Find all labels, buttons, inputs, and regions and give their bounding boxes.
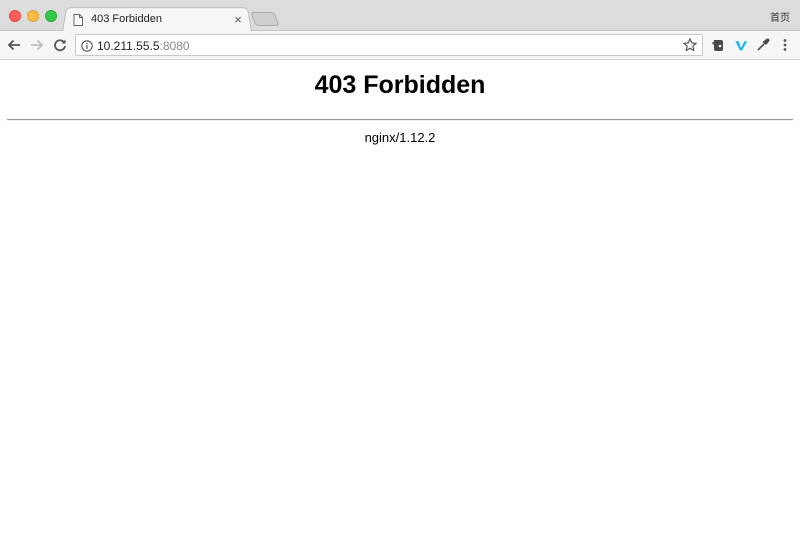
eyedropper-extension-button[interactable] <box>755 37 771 53</box>
evernote-extension-button[interactable] <box>710 37 726 53</box>
document-icon <box>73 13 83 26</box>
forward-button[interactable] <box>28 36 46 54</box>
browser-tab[interactable]: 403 Forbidden × <box>70 6 248 32</box>
window-minimize-button[interactable] <box>27 10 39 22</box>
back-button[interactable] <box>5 36 23 54</box>
star-icon[interactable] <box>682 37 698 53</box>
reload-icon <box>54 39 66 52</box>
new-tab-button[interactable] <box>250 12 280 26</box>
reload-button[interactable] <box>51 36 69 54</box>
horizontal-rule <box>7 119 793 121</box>
tab-title: 403 Forbidden <box>91 13 162 25</box>
menu-dots-icon <box>783 39 787 51</box>
tab-close-icon[interactable]: × <box>231 12 245 27</box>
vimeo-extension-button[interactable] <box>733 37 749 53</box>
evernote-icon <box>712 40 723 51</box>
url-port: :8080 <box>159 39 190 53</box>
page-viewport: 403 Forbidden nginx/1.12.2 <box>0 61 800 549</box>
browser-titlebar: 403 Forbidden × 首页 <box>0 0 800 33</box>
browser-menu-button[interactable] <box>777 37 793 53</box>
url-text: 10.211.55.5:8080 <box>97 39 190 53</box>
arrow-left-icon <box>7 39 20 51</box>
browser-toolbar: 10.211.55.5:8080 <box>0 31 800 60</box>
server-version-text: nginx/1.12.2 <box>364 130 436 145</box>
info-icon[interactable] <box>81 39 93 52</box>
page-title: 403 Forbidden <box>314 71 486 99</box>
arrow-right-icon <box>31 39 44 51</box>
address-bar[interactable]: 10.211.55.5:8080 <box>75 34 703 56</box>
window-maximize-button[interactable] <box>45 10 57 22</box>
url-host: 10.211.55.5 <box>97 39 160 53</box>
profile-label[interactable]: 首页 <box>770 9 790 24</box>
window-close-button[interactable] <box>9 10 21 22</box>
eyedropper-icon <box>757 38 770 51</box>
vimeo-icon <box>735 41 747 51</box>
